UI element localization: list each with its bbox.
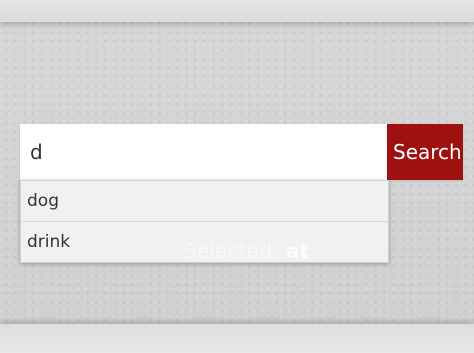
search-bar: Search (20, 124, 463, 180)
selected-status: Selected: at (184, 239, 309, 263)
bottom-page-band (0, 324, 474, 353)
selected-label: Selected: (184, 239, 280, 263)
search-input[interactable] (20, 124, 387, 180)
top-page-band (0, 0, 474, 22)
search-button[interactable]: Search (387, 124, 463, 180)
selected-value: at (285, 239, 310, 263)
suggestion-dog[interactable]: dog (21, 181, 388, 222)
